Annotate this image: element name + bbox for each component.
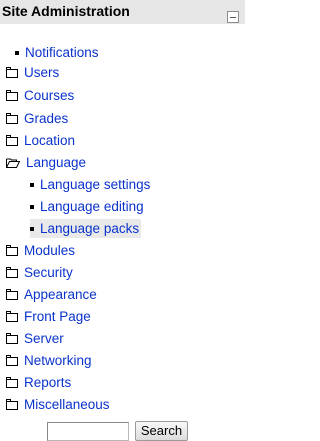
- tree-item-language-packs[interactable]: Language packs: [30, 219, 142, 238]
- tree-item-language-settings[interactable]: Language settings: [30, 175, 150, 194]
- tree-item-label: Appearance: [24, 287, 97, 302]
- tree-item-language-editing[interactable]: Language editing: [30, 197, 144, 216]
- folder-icon: [6, 135, 18, 146]
- tree-item-label: Notifications: [25, 45, 99, 60]
- bullet-icon: [30, 227, 34, 231]
- folder-icon: [6, 333, 18, 344]
- tree-item-label: Language editing: [40, 199, 144, 214]
- tree-item-label: Courses: [24, 88, 75, 103]
- tree-item-modules[interactable]: Modules: [6, 241, 75, 260]
- tree-item-notifications[interactable]: Notifications: [15, 43, 99, 62]
- folder-icon: [6, 289, 18, 300]
- collapse-icon[interactable]: [227, 11, 239, 23]
- tree-item-label: Language packs: [40, 221, 140, 236]
- bullet-icon: [30, 205, 34, 209]
- tree-item-networking[interactable]: Networking: [6, 351, 92, 370]
- site-administration-block: Site Administration Notifications Users …: [0, 0, 245, 441]
- folder-icon: [6, 399, 18, 410]
- folder-icon: [6, 90, 18, 101]
- folder-icon: [6, 113, 18, 124]
- tree-item-security[interactable]: Security: [6, 263, 73, 282]
- folder-icon: [6, 377, 18, 388]
- tree-item-label: Language: [26, 155, 87, 170]
- tree-item-label: Reports: [24, 375, 72, 390]
- tree-item-label: Miscellaneous: [24, 397, 110, 412]
- tree-item-reports[interactable]: Reports: [6, 373, 71, 392]
- block-title: Site Administration: [2, 3, 130, 19]
- folder-open-icon: [6, 158, 20, 168]
- bullet-icon: [15, 51, 19, 55]
- tree-item-appearance[interactable]: Appearance: [6, 285, 97, 304]
- tree-item-language[interactable]: Language: [6, 153, 86, 172]
- folder-icon: [6, 355, 18, 366]
- tree-item-server[interactable]: Server: [6, 329, 64, 348]
- tree-item-front-page[interactable]: Front Page: [6, 307, 91, 326]
- tree-item-label: Server: [24, 331, 64, 346]
- folder-icon: [6, 67, 18, 78]
- folder-icon: [6, 245, 18, 256]
- tree-item-location[interactable]: Location: [6, 131, 75, 150]
- tree-item-label: Security: [24, 265, 73, 280]
- tree-item-label: Networking: [24, 353, 92, 368]
- tree-item-label: Language settings: [40, 177, 151, 192]
- block-header: Site Administration: [0, 0, 245, 24]
- folder-icon: [6, 267, 18, 278]
- bullet-icon: [30, 183, 34, 187]
- tree-item-miscellaneous[interactable]: Miscellaneous: [6, 395, 110, 414]
- tree-item-label: Grades: [24, 111, 69, 126]
- tree-item-label: Location: [24, 133, 76, 148]
- tree-item-courses[interactable]: Courses: [6, 86, 74, 105]
- tree-item-label: Front Page: [24, 309, 91, 324]
- search-button[interactable]: Search: [135, 421, 188, 441]
- tree-item-users[interactable]: Users: [6, 63, 59, 82]
- tree-item-grades[interactable]: Grades: [6, 109, 68, 128]
- folder-icon: [6, 311, 18, 322]
- tree-item-label: Modules: [24, 243, 76, 258]
- tree-item-label: Users: [24, 65, 60, 80]
- admin-search-input[interactable]: [47, 422, 129, 441]
